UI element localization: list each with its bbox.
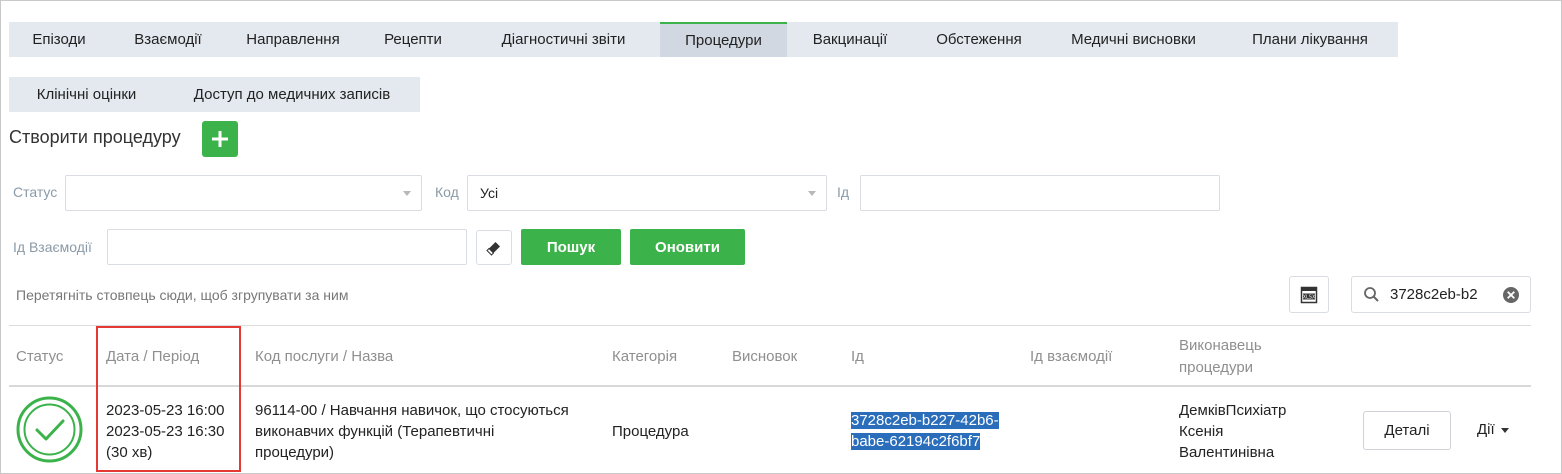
code-select[interactable]: Усі [467,175,827,211]
column-header-code[interactable]: Код послуги / Назва [255,346,393,368]
tab-procedures[interactable]: Процедури [660,22,787,57]
xlsx-export-icon: XLSX [1300,286,1318,303]
actions-label: Дії [1477,421,1495,438]
tab-medical-records-access[interactable]: Доступ до медичних записів [164,77,420,112]
search-icon [1364,287,1379,302]
code-filter-label: Код [435,184,459,200]
group-by-drop-hint[interactable]: Перетягніть стовпець сюди, щоб згрупуват… [16,287,348,303]
tab-care-plans[interactable]: Плани лікування [1222,22,1398,57]
tab-vaccinations[interactable]: Вакцинації [787,22,913,57]
service-code-line: виконавчих функцій (Терапевтичні [255,423,495,440]
service-code-cell: 96114-00 / Навчання навичок, що стосують… [255,400,569,463]
grid-search-input[interactable]: 3728c2eb-b2 [1351,276,1531,313]
performer-line: Валентинівна [1179,444,1275,461]
performer-line: ДемківПсихіатр [1179,402,1287,419]
chevron-down-icon [808,191,816,196]
eraser-icon [486,241,500,256]
procedure-id-line: 3728c2eb-b227-42b6- [851,412,999,429]
clear-filters-button[interactable] [476,230,512,265]
performer-cell: ДемківПсихіатр Ксенія Валентинівна [1179,400,1286,463]
tabs-row-primary: Епізоди Взаємодії Направлення Рецепти Ді… [9,22,1398,57]
column-header-interaction-id[interactable]: Ід взаємодії [1030,346,1112,368]
tabs-row-secondary: Клінічні оцінки Доступ до медичних запис… [9,77,420,112]
caret-down-icon [1500,427,1509,433]
check-circle-icon [16,396,83,463]
tab-medical-conclusions[interactable]: Медичні висновки [1045,22,1222,57]
category-cell: Процедура [612,423,689,440]
column-header-conclusion[interactable]: Висновок [732,346,797,368]
status-select[interactable] [65,175,422,211]
id-input[interactable] [860,175,1220,211]
procedure-id-cell[interactable]: 3728c2eb-b227-42b6- babe-62194c2f6bf7 [851,410,999,452]
plus-icon [212,131,228,147]
interaction-id-filter-label: Ід Взаємодії [13,239,92,255]
column-header-performer-line2: процедури [1179,359,1254,376]
tab-clinical-assessments[interactable]: Клінічні оцінки [9,77,164,112]
service-code-line: 96114-00 / Навчання навичок, що стосують… [255,402,569,419]
interaction-id-input[interactable] [107,229,467,265]
actions-dropdown[interactable]: Дії [1477,421,1509,438]
create-procedure-label: Створити процедуру [9,127,181,147]
performer-line: Ксенія [1179,423,1224,440]
search-button[interactable]: Пошук [521,229,621,265]
chevron-down-icon [403,191,411,196]
tab-prescriptions[interactable]: Рецепти [359,22,467,57]
status-filter-label: Статус [13,184,58,200]
column-header-performer[interactable]: Виконавець процедури [1179,335,1262,379]
add-procedure-button[interactable] [202,121,238,157]
id-filter-label: Ід [837,184,850,200]
service-code-line: процедури) [255,444,335,461]
refresh-button[interactable]: Оновити [630,229,745,265]
export-xlsx-button[interactable]: XLSX [1289,276,1329,313]
procedure-id-line: babe-62194c2f6bf7 [851,433,981,450]
column-header-performer-line1: Виконавець [1179,337,1262,354]
svg-text:XLSX: XLSX [1303,294,1316,300]
column-header-status[interactable]: Статус [16,346,63,368]
column-header-id[interactable]: Ід [851,346,864,368]
tab-interactions[interactable]: Взаємодії [109,22,227,57]
tab-referrals[interactable]: Направлення [227,22,359,57]
code-select-value: Усі [480,185,499,201]
tab-observations[interactable]: Обстеження [913,22,1045,57]
grid-search-value: 3728c2eb-b2 [1390,286,1478,303]
date-column-highlight [96,326,241,472]
tab-episodes[interactable]: Епізоди [9,22,109,57]
details-button[interactable]: Деталі [1363,411,1451,450]
clear-search-icon[interactable] [1502,286,1520,304]
tab-diagnostic-reports[interactable]: Діагностичні звіти [467,22,660,57]
column-header-category[interactable]: Категорія [612,346,677,368]
